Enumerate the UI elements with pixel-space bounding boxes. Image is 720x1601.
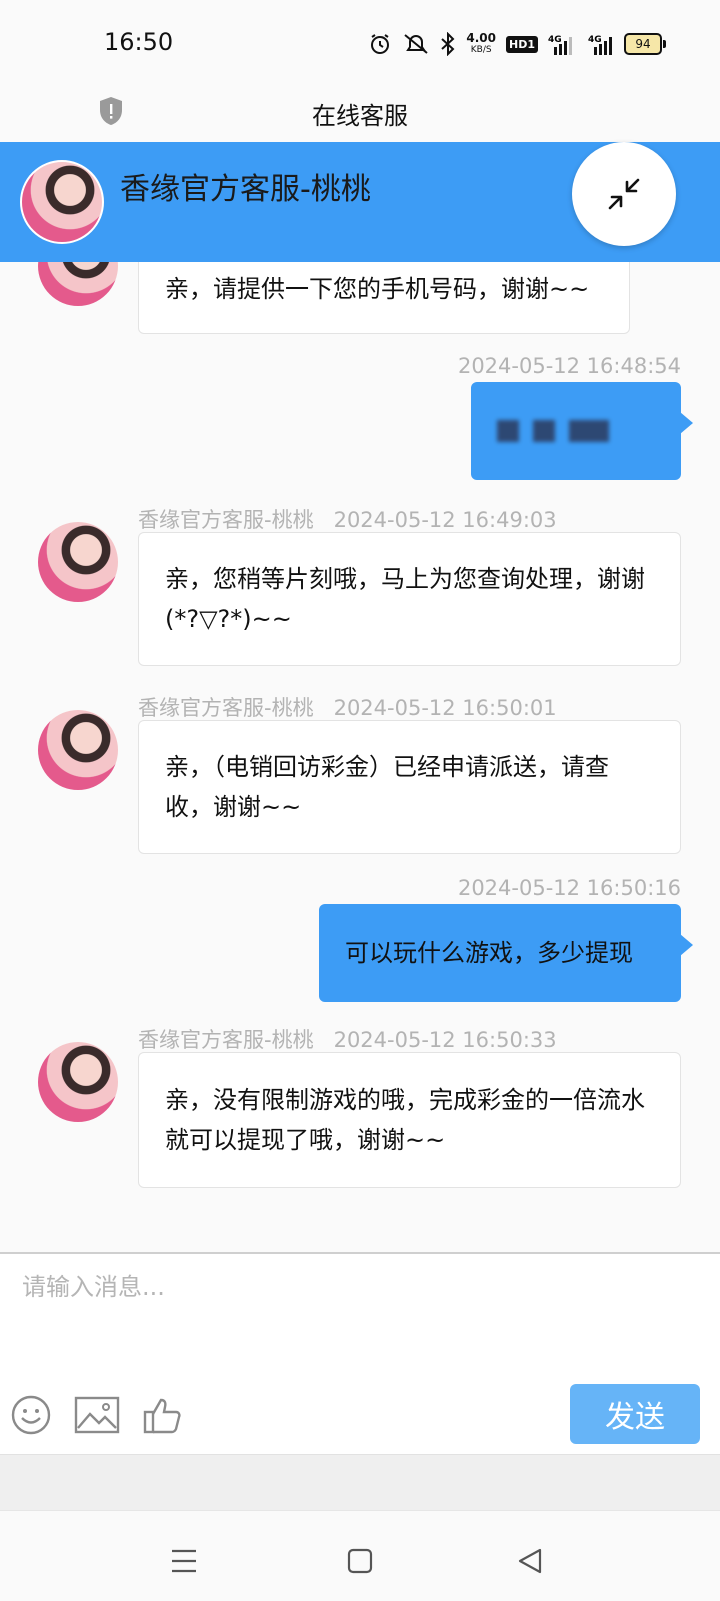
- message-text: 亲，没有限制游戏的哦，完成彩金的一倍流水就可以提现了哦，谢谢~~: [165, 1086, 645, 1154]
- message-time: 2024-05-12 16:48:54: [457, 354, 681, 378]
- message-bubble: 亲，您稍等片刻哦，马上为您查询处理，谢谢(*?▽?*)~~: [138, 532, 681, 666]
- hd-badge: HD1: [506, 35, 538, 53]
- status-icons: 4.00 KB/S HD1 4G 4G 94: [368, 30, 666, 58]
- chat-header: 香缘官方客服-桃桃: [0, 142, 720, 262]
- agent-name: 香缘官方客服-桃桃: [120, 172, 371, 207]
- message-composer: 发送: [0, 1252, 720, 1454]
- back-icon: [518, 1548, 542, 1574]
- menu-nav-button[interactable]: [164, 1541, 204, 1581]
- message-time: 2024-05-12 16:50:16: [457, 876, 681, 900]
- menu-icon: [172, 1549, 196, 1573]
- message-time: 2024-05-12 16:50:01: [333, 696, 557, 720]
- mute-icon: [404, 34, 429, 54]
- status-bar: 16:50 4.00 KB/S HD1 4G 4G 94: [0, 0, 720, 88]
- message-bubble: 亲，没有限制游戏的哦，完成彩金的一倍流水就可以提现了哦，谢谢~~: [138, 1052, 681, 1188]
- minimize-button[interactable]: [572, 142, 676, 246]
- status-time: 16:50: [104, 28, 174, 56]
- home-nav-button[interactable]: [340, 1541, 380, 1581]
- svg-text:4G: 4G: [548, 35, 562, 45]
- signal-4g-icon: 4G: [548, 35, 572, 55]
- message-bubble-user: [471, 382, 693, 480]
- signal-4g-icon: 4G: [588, 35, 612, 55]
- message-text: 亲，请提供一下您的手机号码，谢谢~~: [165, 275, 590, 303]
- message-text: 亲，您稍等片刻哦，马上为您查询处理，谢谢(*?▽?*)~~: [165, 565, 645, 633]
- redacted-text: [497, 420, 609, 442]
- message-input[interactable]: [20, 1272, 704, 1302]
- message-meta: 香缘官方客服-桃桃 2024-05-12 16:50:33: [138, 1024, 557, 1054]
- minimize-icon: [608, 178, 640, 210]
- composer-tools: [10, 1394, 184, 1436]
- back-nav-button[interactable]: [510, 1541, 550, 1581]
- thumbs-up-icon[interactable]: [142, 1394, 184, 1436]
- message-bubble: 亲，（电销回访彩金）已经申请派送，请查收，谢谢~~: [138, 720, 681, 854]
- sender-name: 香缘官方客服-桃桃: [138, 1028, 314, 1052]
- image-icon[interactable]: [74, 1394, 120, 1436]
- message-text: 亲，（电销回访彩金）已经申请派送，请查收，谢谢~~: [165, 753, 609, 821]
- bluetooth-icon: [441, 32, 455, 56]
- keyboard-gap: [0, 1454, 720, 1511]
- message-meta: 香缘官方客服-桃桃 2024-05-12 16:49:03: [138, 504, 557, 534]
- alarm-icon: [371, 34, 390, 54]
- system-nav-bar: [0, 1510, 720, 1601]
- message-text: 可以玩什么游戏，多少提现: [345, 939, 633, 967]
- home-icon: [347, 1548, 373, 1574]
- agent-avatar: [20, 160, 104, 244]
- emoji-icon[interactable]: [10, 1394, 52, 1436]
- sender-name: 香缘官方客服-桃桃: [138, 508, 314, 532]
- net-speed: 4.00 KB/S: [466, 31, 496, 55]
- sender-name: 香缘官方客服-桃桃: [138, 696, 314, 720]
- battery-indicator: 94: [624, 33, 666, 55]
- svg-text:4G: 4G: [588, 35, 602, 45]
- message-time: 2024-05-12 16:50:33: [333, 1028, 557, 1052]
- send-button[interactable]: 发送: [570, 1384, 700, 1444]
- message-bubble-user: 可以玩什么游戏，多少提现: [319, 904, 693, 1002]
- chat-area[interactable]: 亲，请提供一下您的手机号码，谢谢~~ 2024-05-12 16:48:54 香…: [0, 142, 720, 1252]
- title-bar: 在线客服: [0, 88, 720, 142]
- agent-avatar: [38, 522, 118, 602]
- message-time: 2024-05-12 16:49:03: [333, 508, 557, 532]
- agent-avatar: [38, 1042, 118, 1122]
- message-meta: 香缘官方客服-桃桃 2024-05-12 16:50:01: [138, 692, 557, 722]
- agent-avatar: [38, 710, 118, 790]
- page-title: 在线客服: [312, 102, 408, 130]
